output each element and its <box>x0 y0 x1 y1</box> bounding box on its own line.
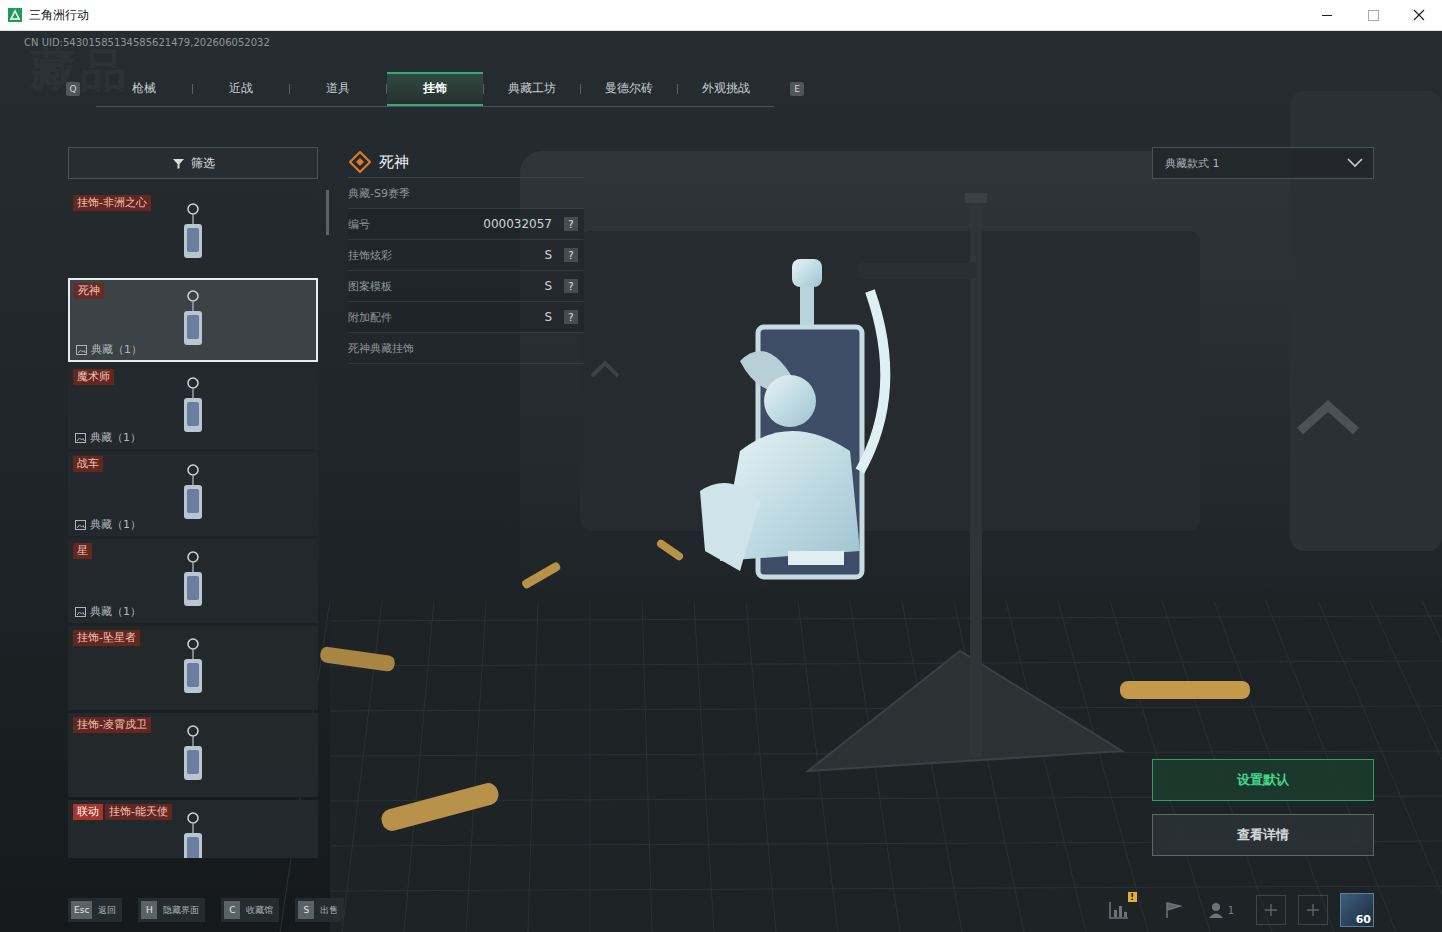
help-button[interactable]: ? <box>564 217 578 231</box>
item-card[interactable]: 魔术师 典藏（1） <box>68 365 318 449</box>
charm-thumbnail-icon <box>178 376 208 438</box>
charm-thumbnail-icon <box>178 724 208 786</box>
item-name-tag: 挂饰-坠星者 <box>73 630 140 646</box>
title-bar: 三角洲行动 <box>0 0 1442 31</box>
charm-thumbnail-icon <box>178 463 208 525</box>
main-content: 筛选 挂饰-非洲之心 死神 典藏（1） 魔术师 典藏（1） 战车 典藏（1） 星… <box>0 147 1442 892</box>
item-name-tag: 战车 <box>73 456 103 472</box>
key-hint[interactable]: S 出售 <box>295 898 344 922</box>
item-title: 死神 <box>379 153 409 172</box>
window-title: 三角洲行动 <box>29 7 89 24</box>
bottom-bar: Esc 返回 H 隐藏界面 C 收藏馆 S 出售 ! 1 60 <box>0 892 1442 928</box>
item-card[interactable]: 战车 典藏（1） <box>68 452 318 536</box>
item-panel: 筛选 挂饰-非洲之心 死神 典藏（1） 魔术师 典藏（1） 战车 典藏（1） 星… <box>68 147 329 892</box>
item-detail: 死神 典藏-S9赛季 编号 000032057 ?挂饰炫彩 S ?图案模板 S … <box>348 147 584 892</box>
action-panel: 典藏款式 1 设置默认查看详情 <box>1152 147 1374 892</box>
tab-separator <box>677 84 678 94</box>
collection-icon <box>75 520 86 530</box>
flag-icon[interactable] <box>1163 900 1185 920</box>
tab-separator <box>289 84 290 94</box>
collection-icon <box>75 433 86 443</box>
key-hint[interactable]: Esc 返回 <box>68 898 122 922</box>
item-name-tag: 星 <box>73 543 92 559</box>
help-button[interactable]: ? <box>564 248 578 262</box>
close-icon[interactable] <box>1396 0 1442 31</box>
friends-icon <box>1207 901 1225 919</box>
collection-icon <box>76 345 87 355</box>
add-slot-icon[interactable] <box>1298 895 1328 925</box>
game-area: 藏品 CN UID:54301585134585621479,202606052… <box>0 31 1442 932</box>
category-tabs: Q 枪械 近战 道具 挂饰 典藏工坊 曼德尔砖 外观挑战 E <box>0 72 1442 106</box>
item-season: 典藏-S9赛季 <box>348 178 584 209</box>
collection-count: 典藏（1） <box>75 604 141 619</box>
attribute-row: 编号 000032057 ? <box>348 209 584 240</box>
game-window: 三角洲行动 藏品 CN UID:54301585134585621479,202… <box>0 0 1442 932</box>
charm-thumbnail-icon <box>178 637 208 699</box>
tab-separator <box>580 84 581 94</box>
rarity-diamond-icon <box>349 151 371 173</box>
friends-count[interactable]: 1 <box>1207 901 1234 919</box>
item-card[interactable]: 星 典藏（1） <box>68 539 318 623</box>
stats-icon[interactable] <box>1108 900 1130 920</box>
item-name-tag: 挂饰-凌霄戍卫 <box>73 717 151 733</box>
filter-icon <box>172 157 185 170</box>
charm-thumbnail-icon <box>178 289 208 351</box>
item-name-tag: 挂饰-能天使 <box>105 804 172 820</box>
category-tab[interactable]: 曼德尔砖 <box>581 72 677 106</box>
collab-badge: 联动 <box>73 804 103 820</box>
attribute-row: 挂饰炫彩 S ? <box>348 240 584 271</box>
attribute-row: 图案模板 S ? <box>348 271 584 302</box>
game-logo-icon <box>8 8 22 22</box>
category-tab[interactable]: 典藏工坊 <box>484 72 580 106</box>
notification-badge: ! <box>1128 892 1137 902</box>
filter-button[interactable]: 筛选 <box>68 147 318 179</box>
category-tab[interactable]: 枪械 <box>96 72 192 106</box>
prev-tab-key[interactable]: Q <box>66 82 80 96</box>
item-description: 死神典藏挂饰 <box>348 333 584 364</box>
category-tab[interactable]: 挂饰 <box>387 72 483 106</box>
item-list: 挂饰-非洲之心 死神 典藏（1） 魔术师 典藏（1） 战车 典藏（1） 星 典藏… <box>68 191 318 858</box>
item-card[interactable]: 挂饰-凌霄戍卫 <box>68 713 318 797</box>
list-scrollbar[interactable] <box>326 147 329 858</box>
item-card[interactable]: 挂饰-非洲之心 <box>68 191 318 275</box>
category-tab[interactable]: 道具 <box>290 72 386 106</box>
charm-figure <box>700 259 885 577</box>
player-level: 60 <box>1356 913 1371 926</box>
collection-count: 典藏（1） <box>75 517 141 532</box>
collection-icon <box>75 607 86 617</box>
item-card[interactable]: 联动 挂饰-能天使 <box>68 800 318 858</box>
key-hint[interactable]: H 隐藏界面 <box>138 898 205 922</box>
action-button[interactable]: 查看详情 <box>1152 814 1374 856</box>
style-dropdown[interactable]: 典藏款式 1 <box>1152 147 1374 179</box>
tab-separator <box>483 84 484 94</box>
item-card[interactable]: 挂饰-坠星者 <box>68 626 318 710</box>
page-watermark: 藏品 <box>30 45 130 96</box>
charm-thumbnail-icon <box>178 811 208 858</box>
charm-thumbnail-icon <box>178 202 208 264</box>
add-slot-icon[interactable] <box>1256 895 1286 925</box>
item-name-tag: 挂饰-非洲之心 <box>73 195 151 211</box>
collection-count: 典藏（1） <box>75 430 141 445</box>
collection-count: 典藏（1） <box>76 342 142 357</box>
chevron-down-icon <box>1347 158 1363 168</box>
category-tab[interactable]: 近战 <box>193 72 289 106</box>
player-avatar[interactable]: 60 <box>1340 893 1374 927</box>
attribute-row: 附加配件 S ? <box>348 302 584 333</box>
help-button[interactable]: ? <box>564 310 578 324</box>
category-tab[interactable]: 外观挑战 <box>678 72 774 106</box>
help-button[interactable]: ? <box>564 279 578 293</box>
action-button[interactable]: 设置默认 <box>1152 759 1374 801</box>
key-hint[interactable]: C 收藏馆 <box>221 898 279 922</box>
charm-thumbnail-icon <box>178 550 208 612</box>
player-uid: CN UID:54301585134585621479,202606052032 <box>0 31 1442 55</box>
maximize-icon[interactable] <box>1350 0 1396 31</box>
next-tab-key[interactable]: E <box>790 82 804 96</box>
minimize-icon[interactable] <box>1304 0 1350 31</box>
item-name-tag: 魔术师 <box>73 369 114 385</box>
tab-separator <box>192 84 193 94</box>
item-card[interactable]: 死神 典藏（1） <box>68 278 318 362</box>
item-name-tag: 死神 <box>74 283 104 299</box>
